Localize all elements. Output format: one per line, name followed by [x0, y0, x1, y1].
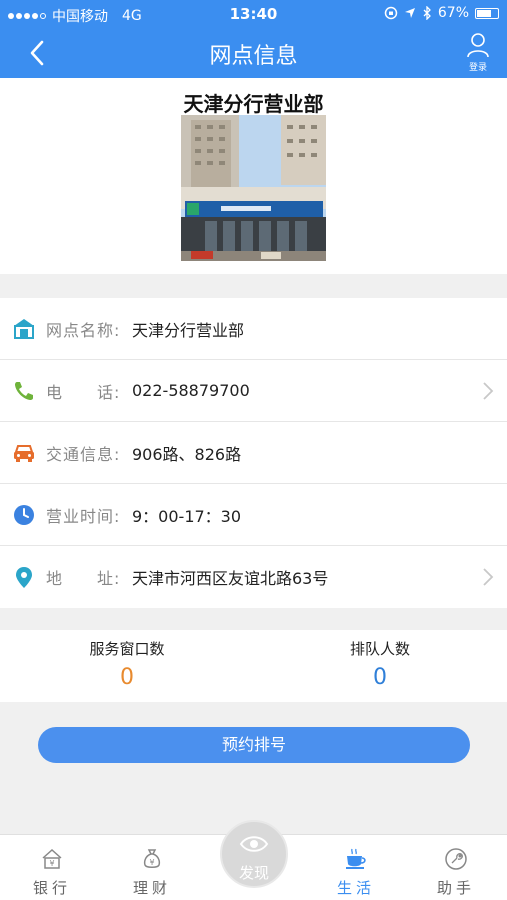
info-label: 营业时间: — [46, 506, 121, 526]
branch-header: 天津分行营业部 — [0, 78, 507, 274]
info-value: 9：00-17：30 — [132, 506, 242, 526]
service-window-stat: 服务窗口数 0 — [27, 638, 227, 690]
tab-discover[interactable]: 发现 — [220, 820, 288, 888]
tab-label: 理财 — [132, 879, 171, 897]
coffee-cup-icon — [346, 848, 366, 869]
info-label: 交通信息: — [46, 444, 121, 464]
bluetooth-icon — [423, 6, 431, 20]
tab-assistant[interactable]: 助手 — [416, 847, 496, 898]
tab-label: 发现 — [238, 864, 269, 882]
user-icon — [467, 33, 489, 58]
tab-life[interactable]: 生活 — [316, 847, 396, 898]
info-value: 天津分行营业部 — [132, 320, 245, 340]
money-bag-icon: ¥ — [143, 849, 161, 868]
info-row-address[interactable]: 地 址: 天津市河西区友谊北路63号 — [0, 546, 507, 608]
orientation-lock-icon — [384, 6, 398, 20]
address-text: 天津市河西区友谊北路63号 — [132, 569, 329, 588]
branch-info-list: 网点名称: 天津分行营业部 电 话: 022-58879700 交通信息: 90… — [0, 298, 507, 608]
waiting-count-stat: 排队人数 0 — [280, 638, 480, 690]
tab-label: 生活 — [336, 879, 375, 897]
service-window-count: 0 — [120, 665, 134, 690]
branch-photo — [181, 115, 326, 261]
info-row-phone[interactable]: 电 话: 022-58879700 — [0, 360, 507, 422]
location-arrow-icon — [404, 8, 415, 18]
page-title: 网点信息 — [209, 44, 298, 69]
login-label: 登录 — [468, 63, 487, 73]
tab-label: 助手 — [436, 879, 475, 897]
location-icon — [16, 567, 32, 588]
info-row-branch-name: 网点名称: 天津分行营业部 — [0, 298, 507, 360]
info-row-hours: 营业时间: 9：00-17：30 — [0, 484, 507, 546]
login-button[interactable]: 登录 — [463, 32, 493, 73]
info-row-transport: 交通信息: 906路、826路 — [0, 422, 507, 484]
tab-finance[interactable]: ¥ 理财 — [112, 847, 192, 898]
bank-house-icon: ¥ — [42, 848, 62, 869]
eye-icon — [239, 836, 269, 852]
battery-percent: 67% — [437, 5, 469, 21]
tab-label: 银行 — [32, 879, 71, 897]
clock-icon — [14, 505, 34, 525]
info-label: 地 址: — [46, 569, 121, 588]
info-value: 906路、826路 — [132, 444, 242, 464]
chevron-right-icon — [483, 568, 494, 586]
info-label: 网点名称: — [46, 320, 121, 340]
service-window-label: 服务窗口数 — [89, 640, 165, 658]
queue-panel: 服务窗口数 0 排队人数 0 — [0, 630, 507, 702]
reserve-queue-button[interactable]: 预约排号 — [38, 727, 470, 763]
waiting-count-label: 排队人数 — [349, 640, 410, 658]
tab-bank[interactable]: ¥ 银行 — [12, 847, 92, 898]
nav-bar: 网点信息 登录 — [0, 28, 507, 78]
svg-text:¥: ¥ — [49, 859, 54, 868]
waiting-count-value: 0 — [373, 665, 387, 690]
status-bar: 中国移动 4G 13:40 67% — [0, 0, 507, 28]
bank-icon — [14, 319, 34, 339]
battery-icon — [475, 7, 499, 19]
wrench-icon — [445, 848, 467, 870]
chevron-right-icon — [483, 382, 494, 400]
svg-text:¥: ¥ — [149, 858, 154, 867]
car-icon — [14, 445, 34, 462]
branch-name-title: 天津分行营业部 — [183, 92, 324, 116]
phone-icon — [15, 382, 33, 400]
info-label: 电 话: — [46, 382, 121, 402]
phone-number: 022-58879700 — [132, 381, 250, 400]
status-right: 67% — [384, 5, 499, 21]
